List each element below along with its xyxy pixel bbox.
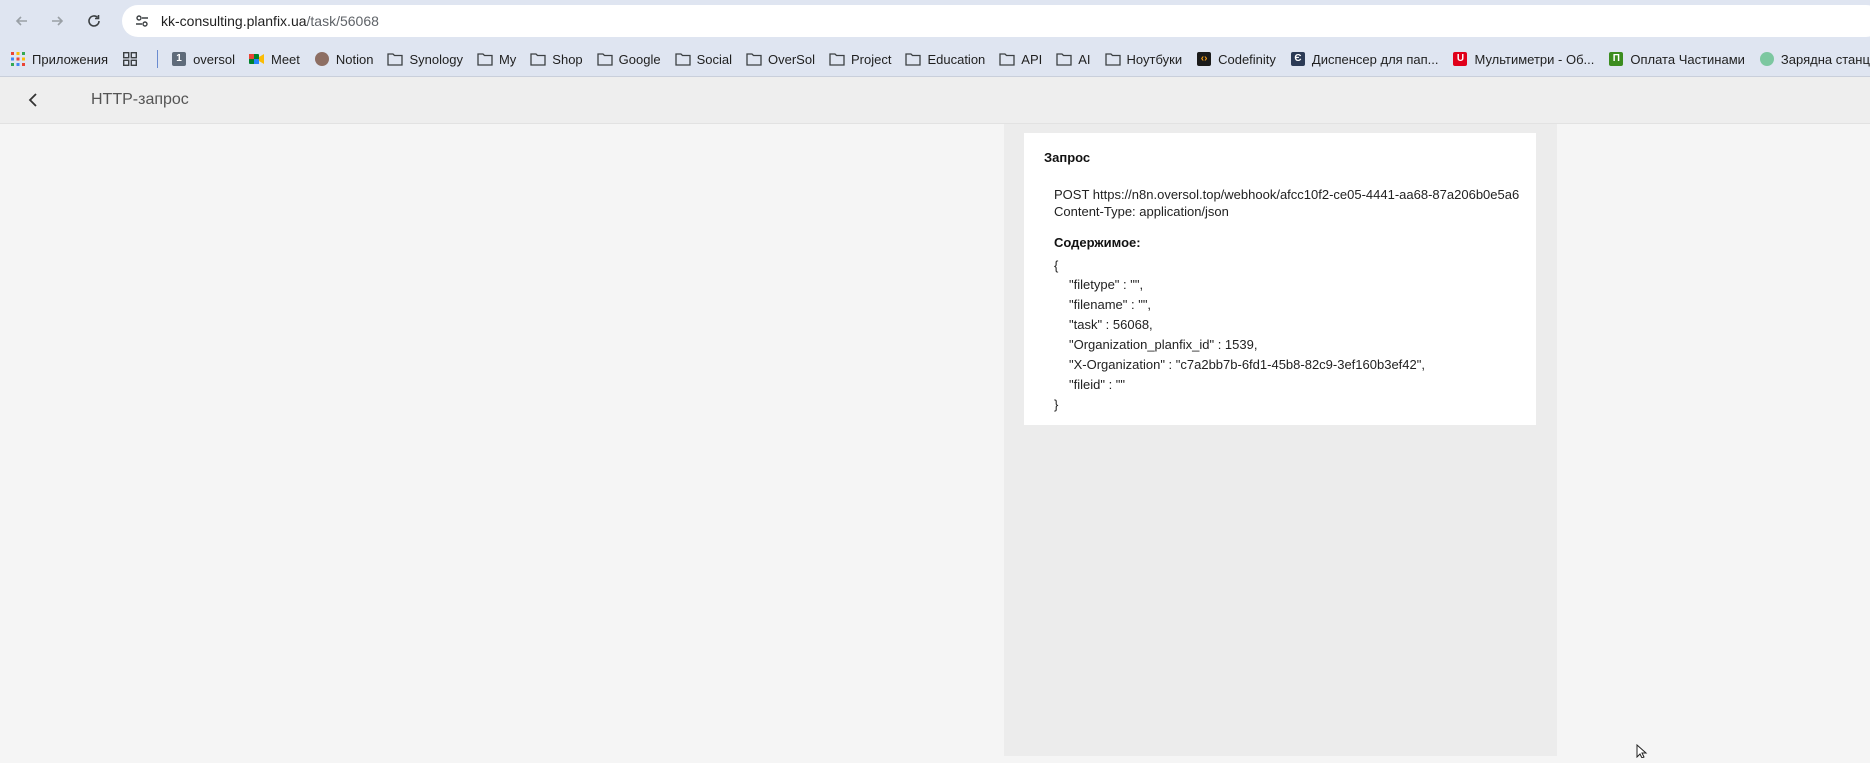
- left-pane: [0, 124, 1004, 756]
- bookmark-oversol[interactable]: 1 oversol: [164, 46, 242, 72]
- bookmark-label: Codefinity: [1218, 51, 1276, 67]
- bookmark-multimeter[interactable]: U Мультиметри - Об...: [1445, 46, 1601, 72]
- bookmark-label: My: [498, 51, 517, 67]
- bookmark-charging[interactable]: Зарядна станці: [1752, 46, 1870, 72]
- meet-favicon: [248, 51, 265, 67]
- body-line: }: [1054, 397, 1059, 412]
- bookmark-label: Диспенсер для пап...: [1311, 51, 1439, 67]
- bookmark-label: Project: [850, 51, 892, 67]
- bookmark-folder-api[interactable]: API: [992, 46, 1049, 72]
- bookmark-folder-my[interactable]: My: [470, 46, 523, 72]
- bookmark-folder-oversol[interactable]: OverSol: [739, 46, 822, 72]
- bookmark-label: AI: [1078, 51, 1091, 67]
- bookmark-label: Meet: [270, 51, 300, 67]
- folder-icon: [1104, 51, 1121, 67]
- bookmark-label: Оплата Частинами: [1630, 51, 1745, 67]
- request-heading: Запрос: [1044, 150, 1091, 165]
- app-header: HTTP-запрос: [0, 77, 1870, 124]
- bookmark-label: Synology: [409, 51, 463, 67]
- bookmark-folder-education[interactable]: Education: [898, 46, 992, 72]
- body-line: "filename" : "",: [1069, 297, 1152, 312]
- folder-icon: [477, 51, 493, 67]
- bookmark-label: oversol: [193, 51, 235, 67]
- back-arrow-icon[interactable]: [20, 87, 46, 113]
- page-title: HTTP-запрос: [91, 91, 189, 108]
- body-line: "Organization_planfix_id" : 1539,: [1069, 337, 1258, 352]
- body-line: "fileid" : "": [1069, 377, 1126, 392]
- codefinity-favicon: ‹›: [1196, 51, 1212, 67]
- bookmark-apps[interactable]: Приложения: [0, 46, 115, 72]
- bookmark-folder-social[interactable]: Social: [668, 46, 739, 72]
- bookmark-folder-notebooks[interactable]: Ноутбуки: [1098, 46, 1190, 72]
- folder-icon: [829, 51, 845, 67]
- bookmark-label: Shop: [552, 51, 583, 67]
- bookmark-folder-synology[interactable]: Synology: [380, 46, 469, 72]
- bookmark-folder-project[interactable]: Project: [822, 46, 898, 72]
- folder-icon: [674, 51, 691, 67]
- back-icon[interactable]: [8, 8, 36, 34]
- apps-grid-icon: [10, 51, 26, 67]
- folder-icon: [1056, 51, 1072, 67]
- bookmark-separator: [157, 50, 159, 68]
- bookmark-label: Social: [696, 51, 733, 67]
- bookmark-label: API: [1021, 51, 1043, 67]
- body-line: "X-Organization" : "c7a2bb7b-6fd1-45b8-8…: [1069, 357, 1425, 372]
- reload-icon[interactable]: [80, 8, 108, 34]
- charging-favicon: [1759, 51, 1775, 67]
- bookmark-notion[interactable]: Notion: [307, 46, 381, 72]
- folder-icon: [530, 51, 546, 67]
- bookmark-codefinity[interactable]: ‹› Codefinity: [1189, 46, 1283, 72]
- bookmark-label: Зарядна станці: [1780, 51, 1870, 67]
- bookmark-dispenser[interactable]: Є Диспенсер для пап...: [1283, 46, 1446, 72]
- oversol-favicon: 1: [171, 51, 187, 67]
- bookmark-label: Notion: [335, 51, 374, 67]
- folder-icon: [999, 51, 1015, 67]
- body-line: "filetype" : "",: [1069, 277, 1144, 292]
- bookmark-label: Мультиметри - Об...: [1474, 51, 1595, 67]
- notion-favicon: [314, 51, 330, 67]
- browser-toolbar: kk-consulting.planfix.ua/task/56068: [0, 0, 1870, 42]
- bookmark-label: Google: [618, 51, 661, 67]
- bookmark-payment[interactable]: П Оплата Частинами: [1601, 46, 1752, 72]
- bookmark-tab-groups[interactable]: [115, 46, 151, 72]
- body-label: Содержимое:: [1054, 235, 1141, 250]
- site-info-icon[interactable]: [131, 10, 153, 32]
- bookmark-label: Приложения: [32, 51, 109, 67]
- folder-icon: [387, 51, 404, 67]
- request-method-url: POST https://n8n.oversol.top/webhook/afc…: [1054, 187, 1520, 202]
- dispenser-favicon: Є: [1290, 51, 1306, 67]
- body-line: {: [1054, 258, 1059, 273]
- right-empty-area: [1557, 124, 1870, 756]
- folder-icon: [905, 51, 922, 67]
- bookmark-label: Ноутбуки: [1126, 51, 1183, 67]
- bookmark-folder-google[interactable]: Google: [590, 46, 668, 72]
- bookmarks-bar: Приложения 1 oversol Meet Notion Synolog…: [0, 42, 1870, 77]
- request-content-type: Content-Type: application/json: [1054, 204, 1229, 219]
- forward-icon[interactable]: [43, 8, 71, 34]
- multimeter-favicon: U: [1452, 51, 1468, 67]
- url-text: kk-consulting.planfix.ua/task/56068: [161, 13, 379, 29]
- bookmark-label: Education: [927, 51, 986, 67]
- bookmark-label: OverSol: [768, 51, 815, 67]
- bookmark-folder-ai[interactable]: AI: [1049, 46, 1097, 72]
- request-card: Запрос POST https://n8n.oversol.top/webh…: [1024, 133, 1536, 425]
- bookmark-meet[interactable]: Meet: [242, 46, 307, 72]
- payment-favicon: П: [1608, 51, 1624, 67]
- address-bar[interactable]: kk-consulting.planfix.ua/task/56068: [122, 5, 1870, 37]
- folder-icon: [746, 51, 762, 67]
- bookmark-folder-shop[interactable]: Shop: [523, 46, 589, 72]
- folder-icon: [597, 51, 613, 67]
- tab-groups-icon: [122, 51, 138, 67]
- body-line: "task" : 56068,: [1069, 317, 1153, 332]
